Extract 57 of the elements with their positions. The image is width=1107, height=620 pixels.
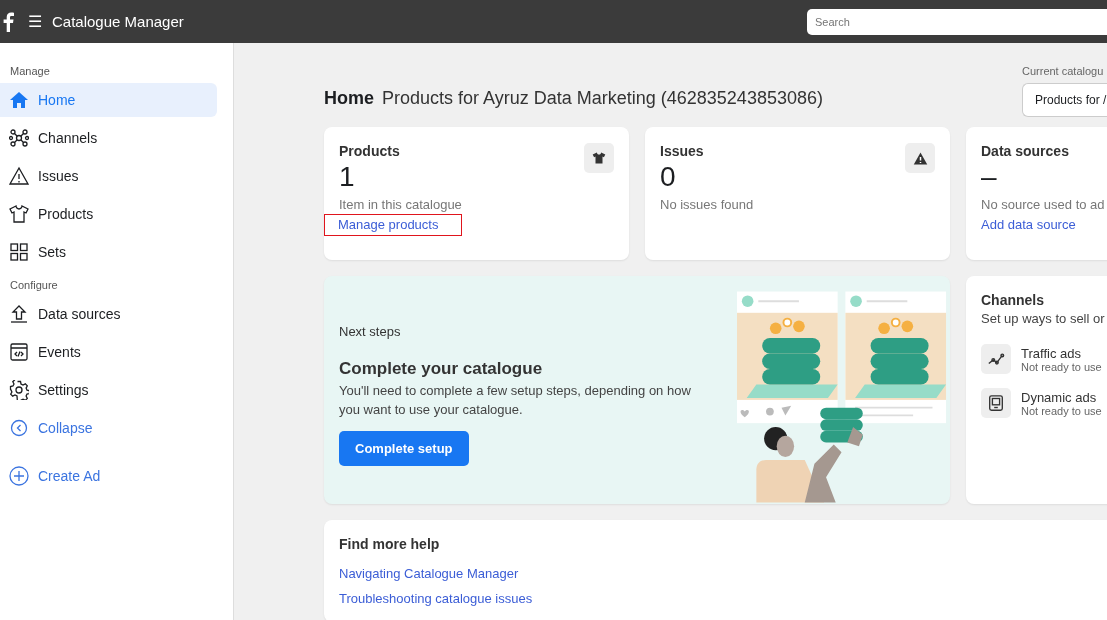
stat-caption: No issues found (660, 197, 755, 212)
sidebar-item[interactable]: Home (0, 83, 217, 117)
next-steps-text: You'll need to complete a few setup steps, depending on how you want to use your catalogue. (339, 382, 692, 419)
catalogue-name: Products for Ayruz Data Marketing (462835243853086) (382, 88, 823, 109)
sidebar-item[interactable]: Channels (0, 121, 217, 155)
warning-icon (9, 166, 29, 186)
catalogue-dropdown[interactable]: Products for / (1022, 83, 1107, 117)
monitor-icon (987, 394, 1005, 412)
channel-name: Dynamic ads (1021, 389, 1098, 405)
channels-subtitle: Set up ways to sell or (981, 311, 1105, 326)
card-title: Channels (981, 292, 1045, 308)
current-catalogue-label: Current catalogu (1022, 65, 1105, 77)
network-icon (9, 128, 29, 148)
plus-circle-icon (9, 466, 29, 486)
stat-caption: No source used to ad (981, 197, 1105, 212)
page-title: Home (324, 88, 374, 109)
menu-button[interactable]: ☰ (28, 12, 42, 31)
stat-value: 1 (339, 161, 356, 193)
sidebar-item[interactable]: Products (0, 197, 217, 231)
sidebar-item[interactable]: Sets (0, 235, 217, 269)
facebook-logo-icon (2, 11, 14, 32)
stat-value: 0 (660, 161, 677, 193)
shirt-icon (592, 151, 606, 165)
collapse-link[interactable]: Collapse (0, 411, 217, 445)
card-title: Issues (660, 143, 704, 159)
next-steps-title: Complete your catalogue (339, 359, 544, 379)
help-link[interactable]: Troubleshooting catalogue issues (339, 591, 1092, 606)
channel-status: Not ready to use (1021, 404, 1102, 417)
upload-icon (9, 304, 29, 324)
section-heading: Manage (10, 65, 51, 77)
section-heading: Configure (10, 279, 59, 291)
shirt-icon (9, 204, 29, 224)
next-steps-label: Next steps (339, 324, 402, 339)
complete-setup-button[interactable]: Complete setup (339, 431, 469, 466)
channel-name: Traffic ads (1021, 345, 1082, 361)
sidebar-item[interactable]: Settings (0, 373, 217, 407)
code-window-icon (9, 342, 29, 362)
help-link[interactable]: Navigating Catalogue Manager (339, 566, 1092, 581)
channel-status: Not ready to use (1021, 360, 1102, 373)
sidebar-item[interactable]: Issues (0, 159, 217, 193)
card-link[interactable]: Manage products (324, 214, 463, 236)
warning-icon (912, 150, 928, 166)
sidebar-item[interactable]: Events (0, 335, 217, 369)
card-title: Find more help (339, 536, 441, 552)
home-icon (9, 90, 29, 110)
chevron-circle-icon (9, 418, 29, 438)
stat-caption: Item in this catalogue (339, 197, 463, 212)
grid-icon (9, 242, 29, 262)
app-title: Catalogue Manager (52, 13, 184, 30)
search-field[interactable]: Search (807, 8, 1107, 35)
settings-icon (9, 380, 29, 400)
card-title: Data sources (981, 143, 1069, 159)
card-title: Products (339, 143, 400, 159)
card-link[interactable]: Add data source (966, 214, 1091, 236)
stat-value: – (981, 161, 998, 193)
sidebar-item[interactable]: Data sources (0, 297, 217, 331)
create-ad-link[interactable]: Create Ad (0, 459, 217, 493)
